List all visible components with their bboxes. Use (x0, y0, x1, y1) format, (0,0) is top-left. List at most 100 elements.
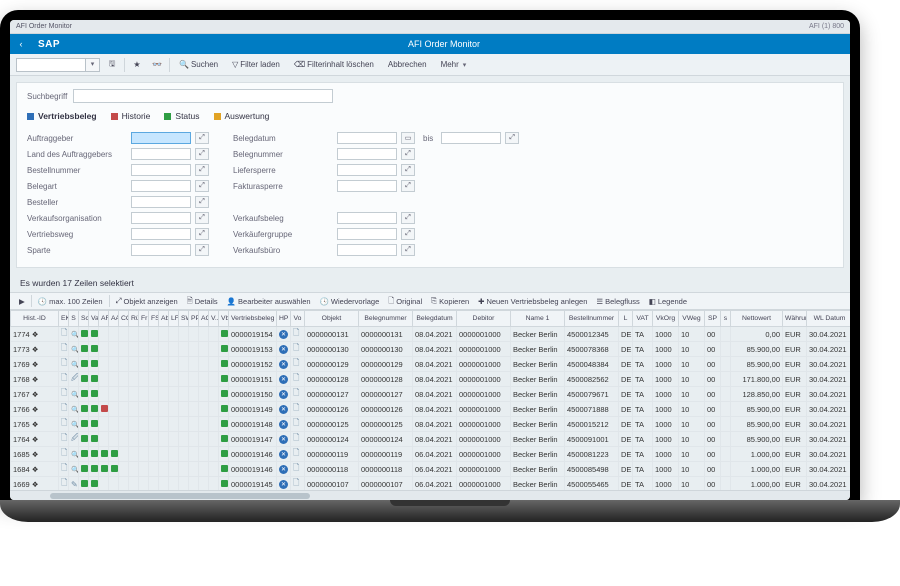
table-row[interactable]: 1774 ❖🗋🔍0000019154✕🗋00000001310000000131… (11, 327, 851, 342)
criteria-input[interactable] (337, 228, 397, 240)
criteria-input[interactable] (131, 212, 191, 224)
max-rows[interactable]: 🕓 max. 100 Zeilen (35, 297, 106, 306)
table-row[interactable]: 1669 ❖🗋✎0000019145✕🗋00000001070000000107… (11, 477, 851, 491)
table-row[interactable]: 1765 ❖🗋🔍0000019148✕🗋00000001250000000125… (11, 417, 851, 432)
criteria-input-to[interactable] (441, 132, 501, 144)
tab-auswertung[interactable]: Auswertung (214, 111, 270, 121)
tab-historie[interactable]: Historie (111, 111, 151, 121)
column-header[interactable]: AA (109, 311, 119, 327)
criteria-input[interactable] (337, 244, 397, 256)
save-icon[interactable]: 🖫 (104, 57, 120, 73)
table-row[interactable]: 1773 ❖🗋🔍0000019153✕🗋00000001300000000130… (11, 342, 851, 357)
grid-scroll[interactable]: Hist.-IDEK...SScErVaARAACORüFrFSAbLFSWPP… (10, 310, 850, 490)
cancel-button[interactable]: Abbrechen (383, 57, 432, 72)
chevron-down-icon[interactable]: ▾ (86, 58, 100, 72)
back-button[interactable]: ‹ (10, 39, 32, 49)
column-header[interactable]: WL Datum (807, 311, 851, 327)
column-header[interactable]: s (721, 311, 731, 327)
multi-select-icon[interactable]: ⤢ (401, 180, 415, 192)
multi-select-icon[interactable]: ⤢ (195, 212, 209, 224)
table-row[interactable]: 1767 ❖🗋🔍0000019150✕🗋00000001270000000127… (11, 387, 851, 402)
table-row[interactable]: 1766 ❖🗋🔍0000019149✕🗋00000001260000000126… (11, 402, 851, 417)
variant-input[interactable] (16, 58, 86, 72)
multi-select-icon[interactable]: ⤢ (401, 148, 415, 160)
column-header[interactable]: HP (277, 311, 291, 327)
criteria-input[interactable] (131, 164, 191, 176)
multi-select-icon[interactable]: ⤢ (401, 228, 415, 240)
column-header[interactable]: SW (179, 311, 189, 327)
column-header[interactable]: AR (99, 311, 109, 327)
criteria-input[interactable] (131, 196, 191, 208)
criteria-input[interactable] (131, 132, 191, 144)
column-header[interactable]: PP (189, 311, 199, 327)
criteria-input[interactable] (131, 244, 191, 256)
column-header[interactable]: V... (209, 311, 219, 327)
column-header[interactable]: Belegdatum (413, 311, 457, 327)
column-header[interactable]: Nettowert (731, 311, 783, 327)
details[interactable]: 🗎 Details (184, 295, 221, 308)
column-header[interactable]: VAT (633, 311, 653, 327)
multi-select-icon[interactable]: ⤢ (401, 164, 415, 176)
multi-select-icon[interactable]: ⤢ (195, 164, 209, 176)
multi-select-icon[interactable]: ⤢ (505, 132, 519, 144)
column-header[interactable]: Vertriebsbeleg (229, 311, 277, 327)
tab-status[interactable]: Status (164, 111, 199, 121)
multi-select-icon[interactable]: ⤢ (401, 212, 415, 224)
select-processor[interactable]: 👤 Bearbeiter auswählen (224, 297, 314, 306)
multi-select-icon[interactable]: ⤢ (195, 148, 209, 160)
column-header[interactable]: L (619, 311, 633, 327)
horizontal-scrollbar[interactable] (10, 490, 850, 500)
column-header[interactable]: Vo (291, 311, 305, 327)
original[interactable]: 🗋 Original (385, 295, 425, 308)
show-object[interactable]: ⤢ Objekt anzeigen (113, 296, 181, 306)
new-salesdoc[interactable]: ✚ Neuen Vertriebsbeleg anlegen (475, 297, 590, 306)
criteria-input[interactable] (337, 148, 397, 160)
column-header[interactable]: Hist.-ID (11, 311, 59, 327)
column-header[interactable]: EK... (59, 311, 69, 327)
table-row[interactable]: 1685 ❖🗋🔍0000019146✕🗋00000001190000000119… (11, 447, 851, 462)
table-row[interactable]: 1764 ❖🗋🖉0000019147✕🗋00000001240000000124… (11, 432, 851, 447)
column-header[interactable]: Bestellnummer (565, 311, 619, 327)
more-button[interactable]: Mehr (436, 57, 472, 72)
multi-select-icon[interactable]: ⤢ (195, 180, 209, 192)
table-row[interactable]: 1769 ❖🗋🔍0000019152✕🗋00000001290000000129… (11, 357, 851, 372)
multi-select-icon[interactable]: ⤢ (195, 132, 209, 144)
column-header[interactable]: SP (705, 311, 721, 327)
column-header[interactable]: Objekt (305, 311, 359, 327)
table-row[interactable]: 1768 ❖🗋🖉0000019151✕🗋00000001280000000128… (11, 372, 851, 387)
execute-icon[interactable]: ▶ (16, 297, 28, 306)
multi-select-icon[interactable]: ⤢ (195, 228, 209, 240)
multi-select-icon[interactable]: ⤢ (401, 244, 415, 256)
criteria-input[interactable] (131, 228, 191, 240)
criteria-input[interactable] (337, 132, 397, 144)
column-header[interactable]: ScEr (79, 311, 89, 327)
variant-dropdown[interactable]: ▾ (16, 57, 100, 73)
legend[interactable]: ◧ Legende (646, 297, 690, 306)
multi-select-icon[interactable]: ⤢ (195, 196, 209, 208)
criteria-input[interactable] (337, 164, 397, 176)
column-header[interactable]: FS (149, 311, 159, 327)
favorite-icon[interactable]: ★ (129, 57, 145, 73)
multi-select-icon[interactable]: ⤢ (195, 244, 209, 256)
resubmission[interactable]: 🕓 Wiedervorlage (317, 297, 383, 306)
column-header[interactable]: CO (119, 311, 129, 327)
column-header[interactable]: Fr (139, 311, 149, 327)
column-header[interactable]: Belegnummer (359, 311, 413, 327)
criteria-input[interactable] (131, 180, 191, 192)
search-button[interactable]: 🔍 Suchen (174, 57, 223, 72)
docflow[interactable]: ☰ Belegfluss (593, 297, 642, 306)
copy[interactable]: ⎘ Kopieren (428, 296, 472, 306)
table-row[interactable]: 1684 ❖🗋🔍0000019146✕🗋00000001180000000118… (11, 462, 851, 477)
criteria-input[interactable] (337, 180, 397, 192)
column-header[interactable]: Rü (129, 311, 139, 327)
column-header[interactable]: Ab (159, 311, 169, 327)
column-header[interactable]: Vb (219, 311, 229, 327)
column-header[interactable]: VkOrg (653, 311, 679, 327)
criteria-input[interactable] (131, 148, 191, 160)
filter-load-button[interactable]: ▽ Filter laden (227, 57, 285, 72)
column-header[interactable]: LF (169, 311, 179, 327)
suchbegriff-input[interactable] (73, 89, 333, 103)
column-header[interactable]: VWeg (679, 311, 705, 327)
value-help-icon[interactable]: ▭ (401, 132, 415, 144)
column-header[interactable]: Name 1 (511, 311, 565, 327)
